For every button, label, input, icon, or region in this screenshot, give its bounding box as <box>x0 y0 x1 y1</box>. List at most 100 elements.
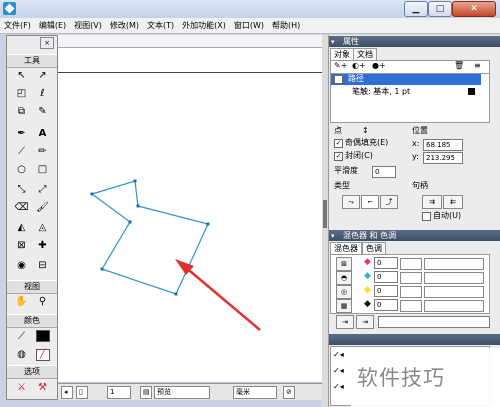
brush-tool-icon[interactable]: 🖌 <box>34 201 51 215</box>
connector-type-button[interactable]: ⤴ <box>380 195 398 209</box>
color-name-field[interactable] <box>378 316 490 328</box>
curve-type-button[interactable]: ⤳ <box>342 195 360 209</box>
path-point[interactable] <box>100 267 104 271</box>
smooth-input[interactable]: 0 <box>372 166 396 178</box>
ellipse-tool-icon[interactable]: ○ <box>13 163 30 177</box>
handle-right-button[interactable]: ⇇ <box>443 195 463 209</box>
corner-type-button[interactable]: ⌐ <box>361 195 379 209</box>
page-tool-icon[interactable]: ◰ <box>13 87 30 101</box>
stroke-color-chip[interactable] <box>468 88 475 95</box>
blend-tool-icon[interactable]: ⊠ <box>13 239 30 253</box>
tab-mixer[interactable]: 混色器 <box>330 242 362 254</box>
scale-tool-icon[interactable]: ⧉ <box>13 105 30 119</box>
rectangle-tool-icon[interactable]: □ <box>34 163 51 177</box>
option-tool-a-icon[interactable]: ⚔ <box>13 381 30 395</box>
line-tool-icon[interactable]: ⟋ <box>13 145 30 159</box>
stroke-attribute-label[interactable]: 笔触: 基本, 1 pt <box>352 87 410 97</box>
color-picker-tool-icon[interactable]: ✚ <box>34 239 51 253</box>
maximize-button[interactable]: □ <box>428 1 452 17</box>
menu-window[interactable]: 窗口(W) <box>230 18 268 33</box>
channel-slider[interactable] <box>400 300 422 312</box>
hierarchy-tool-icon[interactable]: ⊟ <box>34 259 51 273</box>
path-point[interactable] <box>90 192 94 196</box>
channel-value-input[interactable]: 0 <box>374 257 398 269</box>
menu-view[interactable]: 视图(V) <box>70 18 106 33</box>
subselect-tool-icon[interactable]: ↗ <box>34 69 51 83</box>
zoom-fit-icon[interactable]: ⊘ <box>283 386 295 399</box>
tab-object[interactable]: 对象 <box>330 48 354 60</box>
spiral-tool-icon[interactable]: ◉ <box>13 259 30 273</box>
path-point[interactable] <box>206 222 210 226</box>
mirror-tool-icon[interactable]: ◭ <box>13 221 30 235</box>
effect-add-icon[interactable]: ●+ <box>372 61 386 70</box>
selected-path[interactable] <box>90 180 209 295</box>
eraser-tool-icon[interactable]: ⌫ <box>13 201 30 215</box>
pen-tool-icon[interactable]: ✒ <box>13 127 30 141</box>
channel-value-input[interactable]: 0 <box>374 271 398 283</box>
auto-checkbox[interactable] <box>422 212 431 221</box>
stroke-color-icon[interactable]: ⟋ <box>13 330 30 344</box>
stroke-add-icon[interactable]: ✎+ <box>334 61 347 70</box>
handle-left-button[interactable]: ⇉ <box>422 195 442 209</box>
fill-none-swatch[interactable]: ╱ <box>34 348 51 362</box>
x-position-input[interactable]: 68.185 <box>423 139 463 151</box>
attribute-options-icon[interactable]: ≡ <box>474 61 481 70</box>
path-point[interactable] <box>174 292 178 296</box>
menu-help[interactable]: 帮助(H) <box>268 18 304 33</box>
freeform-tool-icon[interactable]: ⤡ <box>13 183 30 197</box>
zoom-tool-icon[interactable]: ⚲ <box>34 295 51 309</box>
knife-tool-icon[interactable]: ⤢ <box>34 183 51 197</box>
path-point[interactable] <box>128 220 132 224</box>
path-point[interactable] <box>133 179 137 183</box>
option-tool-b-icon[interactable]: ⚒ <box>34 381 51 395</box>
mixer-collapse-icon[interactable]: ▾ <box>331 232 335 240</box>
fill-color-icon[interactable]: ◍ <box>13 348 30 362</box>
minimize-button[interactable]: ▁ <box>404 1 428 17</box>
even-odd-checkbox[interactable]: ✓ <box>334 139 343 148</box>
text-tool-icon[interactable]: A <box>34 127 51 141</box>
hand-tool-icon[interactable]: ✋ <box>13 295 30 309</box>
menu-text[interactable]: 文本(T) <box>143 18 178 33</box>
panel-collapse-icon[interactable]: ▾ <box>331 38 335 46</box>
view-mode-select[interactable]: 预览 <box>154 386 210 399</box>
tab-tints[interactable]: 色调 <box>362 242 386 254</box>
swatch-row-icon[interactable]: ✓◂ <box>333 382 344 391</box>
paint-bucket-tool-icon[interactable]: ◬ <box>34 221 51 235</box>
add-to-styles-button[interactable]: ⇥ <box>356 315 374 329</box>
channel-track[interactable] <box>424 272 484 284</box>
page-number-field[interactable]: 1 <box>107 386 131 399</box>
menu-modify[interactable]: 修改(M) <box>106 18 143 33</box>
channel-slider[interactable] <box>400 258 422 270</box>
close-icon: ✕ <box>470 4 478 14</box>
pointer-tool-icon[interactable]: ↖ <box>13 69 30 83</box>
stroke-color-swatch[interactable] <box>34 330 51 344</box>
path-point[interactable] <box>136 204 140 208</box>
channel-slider[interactable] <box>400 272 422 284</box>
channel-value-input[interactable]: 0 <box>374 285 398 297</box>
close-button[interactable]: ✕ <box>452 1 496 17</box>
menu-file[interactable]: 文件(F) <box>0 18 35 33</box>
lasso-tool-icon[interactable]: ℓ <box>34 87 51 101</box>
toolbox-close-icon[interactable]: × <box>40 37 54 49</box>
path-visibility-checkbox[interactable] <box>334 75 343 84</box>
splitter-grip[interactable] <box>323 200 327 228</box>
tab-document[interactable]: 文档 <box>353 48 377 60</box>
channel-value-input[interactable]: 0 <box>374 299 398 311</box>
y-position-input[interactable]: 213.295 <box>423 152 463 164</box>
channel-slider[interactable] <box>400 286 422 298</box>
add-to-swatches-button[interactable]: ⇥ <box>336 315 354 329</box>
eyedropper-tool-icon[interactable]: ✎ <box>34 105 51 119</box>
unit-select[interactable]: 毫米 <box>233 386 277 399</box>
prev-page-button[interactable]: ◂ <box>61 386 73 399</box>
channel-track[interactable] <box>424 300 484 312</box>
menu-edit[interactable]: 编辑(E) <box>35 18 70 33</box>
swatch-row-icon[interactable]: ✓◂ <box>333 366 344 375</box>
closed-checkbox[interactable]: ✓ <box>334 152 343 161</box>
pencil-tool-icon[interactable]: ✏ <box>34 145 51 159</box>
channel-track[interactable] <box>424 258 484 270</box>
menu-extras[interactable]: 外加功能(X) <box>178 18 230 33</box>
delete-attribute-icon[interactable]: 🗑 <box>454 61 464 70</box>
fill-add-icon[interactable]: ◐+ <box>352 61 366 70</box>
channel-track[interactable] <box>424 286 484 298</box>
swatch-row-icon[interactable]: ✓◂ <box>333 350 344 359</box>
